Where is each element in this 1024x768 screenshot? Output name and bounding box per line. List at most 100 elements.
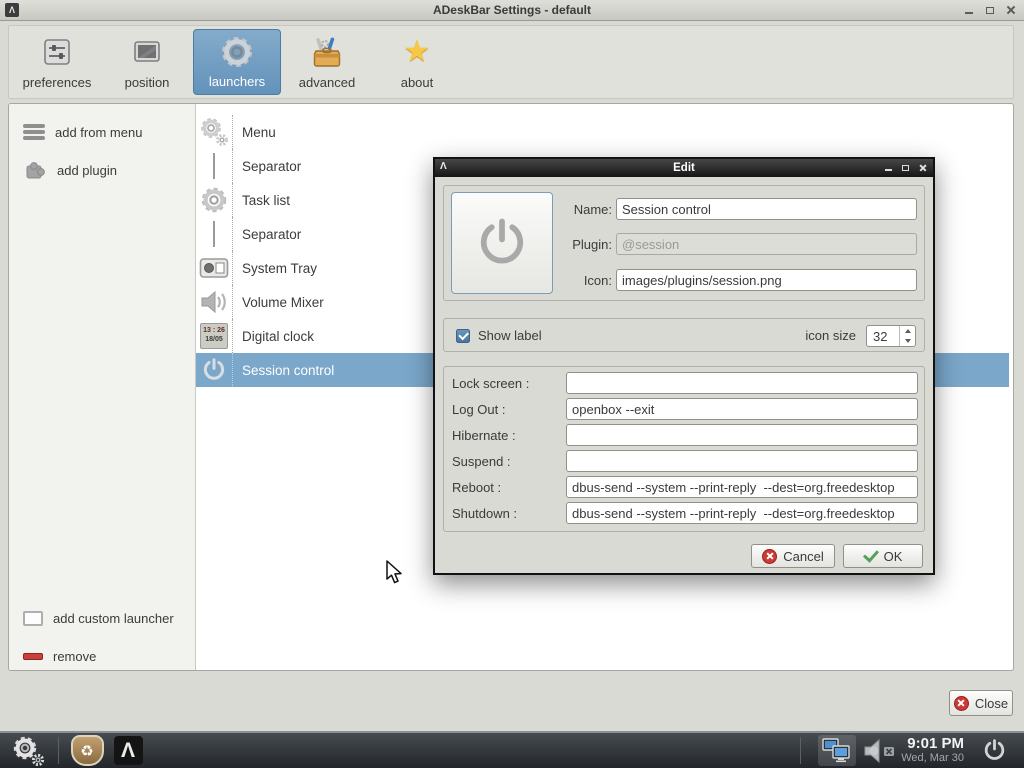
close-icon[interactable] bbox=[1006, 5, 1016, 15]
dialog-maximize-icon[interactable] bbox=[902, 164, 910, 172]
taskbar-separator bbox=[800, 737, 801, 764]
taskbar-network-tray[interactable] bbox=[818, 735, 856, 766]
sidebar-item-add-from-menu[interactable]: add from menu bbox=[23, 120, 142, 144]
separator-icon bbox=[196, 149, 232, 183]
close-button-label: Close bbox=[975, 696, 1008, 711]
puzzle-icon bbox=[23, 158, 47, 183]
close-button[interactable]: Close bbox=[949, 690, 1013, 716]
minimize-icon[interactable] bbox=[964, 5, 974, 15]
star-icon: ★ bbox=[404, 37, 431, 67]
toolbar-button-position[interactable]: position bbox=[103, 29, 191, 95]
icon-size-label: icon size bbox=[805, 328, 856, 343]
hibernate-field[interactable] bbox=[566, 424, 918, 446]
spin-up-icon[interactable] bbox=[900, 326, 915, 336]
toolbar-button-label: preferences bbox=[23, 75, 92, 90]
dialog-titlebar: Λ Edit bbox=[435, 159, 933, 177]
sidebar-item-add-custom-launcher[interactable]: add custom launcher bbox=[23, 606, 174, 630]
dialog-close-icon[interactable] bbox=[919, 164, 927, 172]
launcher-box-icon bbox=[23, 611, 43, 626]
suspend-field[interactable] bbox=[566, 450, 918, 472]
toolbar-button-about[interactable]: ★ about bbox=[373, 29, 461, 95]
show-label-checkbox[interactable] bbox=[456, 329, 470, 343]
options-frame: Show label icon size 32 bbox=[443, 318, 925, 352]
show-label-text: Show label bbox=[478, 328, 542, 343]
power-icon bbox=[981, 737, 1008, 764]
taskbar-launcher-adeskbar[interactable]: Λ bbox=[110, 733, 146, 768]
digital-clock-icon: 13 : 26 18/05 bbox=[196, 319, 232, 353]
taskbar-separator bbox=[58, 737, 59, 764]
taskbar-menu-button[interactable] bbox=[8, 733, 50, 768]
tray-icon bbox=[196, 251, 232, 285]
commands-frame: Lock screen : Log Out : Hibernate : Susp… bbox=[443, 366, 925, 532]
taskbar-volume-tray[interactable] bbox=[860, 733, 900, 768]
preferences-icon bbox=[40, 29, 74, 75]
toolbar-button-preferences[interactable]: preferences bbox=[13, 29, 101, 95]
edit-dialog: Λ Edit Name: bbox=[433, 157, 935, 575]
toolbar-button-advanced[interactable]: advanced bbox=[283, 29, 371, 95]
power-icon bbox=[472, 213, 532, 273]
cancel-x-icon bbox=[762, 549, 777, 564]
dialog-title: Edit bbox=[673, 162, 695, 174]
shutdown-label: Shutdown : bbox=[452, 506, 566, 521]
speaker-muted-icon bbox=[862, 738, 898, 764]
name-field[interactable] bbox=[616, 198, 917, 220]
sidebar-item-label: remove bbox=[53, 649, 96, 664]
separator-icon bbox=[196, 217, 232, 251]
hibernate-label: Hibernate : bbox=[452, 428, 566, 443]
log-out-field[interactable] bbox=[566, 398, 918, 420]
launchers-gear-icon bbox=[219, 30, 255, 74]
sidebar-item-label: add custom launcher bbox=[53, 611, 174, 626]
list-item-menu[interactable]: Menu bbox=[196, 115, 1009, 149]
toolbar-button-launchers[interactable]: launchers bbox=[193, 29, 281, 95]
icon-field[interactable] bbox=[616, 269, 917, 291]
window-titlebar: Λ ADeskBar Settings - default bbox=[0, 0, 1024, 21]
window-title: ADeskBar Settings - default bbox=[433, 3, 591, 17]
shutdown-field[interactable] bbox=[566, 502, 918, 524]
suspend-label: Suspend : bbox=[452, 454, 566, 469]
app-icon: Λ bbox=[5, 3, 19, 17]
ok-check-icon bbox=[863, 546, 879, 562]
taskbar-clock[interactable]: 9:01 PM Wed, Mar 30 bbox=[901, 735, 964, 765]
gear-icon bbox=[196, 183, 232, 217]
ok-button[interactable]: OK bbox=[843, 544, 923, 568]
gears-icon bbox=[196, 115, 232, 149]
remove-icon bbox=[23, 653, 43, 660]
plugin-icon-button[interactable] bbox=[451, 192, 553, 294]
lock-screen-field[interactable] bbox=[566, 372, 918, 394]
toolbar-button-label: position bbox=[125, 75, 170, 90]
gears-icon bbox=[10, 735, 48, 767]
maximize-icon[interactable] bbox=[985, 5, 995, 15]
cancel-button[interactable]: Cancel bbox=[751, 544, 835, 568]
adeskbar-logo-icon: Λ bbox=[114, 736, 143, 765]
close-x-icon bbox=[954, 696, 969, 711]
reboot-field[interactable] bbox=[566, 476, 918, 498]
advanced-toolbox-icon bbox=[310, 29, 344, 75]
cancel-button-label: Cancel bbox=[783, 549, 823, 564]
toolbar-button-label: about bbox=[401, 75, 434, 90]
sidebar-item-label: add from menu bbox=[55, 125, 142, 140]
toolbar-button-label: launchers bbox=[209, 74, 265, 89]
log-out-label: Log Out : bbox=[452, 402, 566, 417]
toolbar: preferences position launchers bbox=[8, 25, 1014, 99]
lock-screen-label: Lock screen : bbox=[452, 376, 566, 391]
sidebar-item-remove[interactable]: remove bbox=[23, 644, 96, 668]
sidebar-item-add-plugin[interactable]: add plugin bbox=[23, 158, 117, 182]
icon-size-spinner[interactable]: 32 bbox=[866, 325, 916, 347]
clock-date: Wed, Mar 30 bbox=[901, 752, 964, 765]
speaker-icon bbox=[196, 285, 232, 319]
dialog-minimize-icon[interactable] bbox=[885, 164, 893, 172]
menu-list-icon bbox=[23, 124, 45, 140]
power-icon bbox=[196, 353, 232, 387]
taskbar-power-button[interactable] bbox=[976, 733, 1012, 768]
ok-button-label: OK bbox=[884, 549, 903, 564]
name-label: Name: bbox=[556, 202, 612, 217]
taskbar-launcher-recycle[interactable]: ♻ bbox=[67, 733, 107, 768]
icon-size-value[interactable]: 32 bbox=[873, 329, 887, 344]
recycle-icon: ♻ bbox=[71, 735, 104, 766]
plugin-label: Plugin: bbox=[556, 237, 612, 252]
toolbar-button-label: advanced bbox=[299, 75, 355, 90]
desktop: Λ ADeskBar Settings - default preference… bbox=[0, 0, 1024, 768]
spin-down-icon[interactable] bbox=[900, 336, 915, 346]
sidebar: add from menu add plugin add custom laun… bbox=[9, 104, 196, 670]
clock-time: 9:01 PM bbox=[901, 735, 964, 752]
